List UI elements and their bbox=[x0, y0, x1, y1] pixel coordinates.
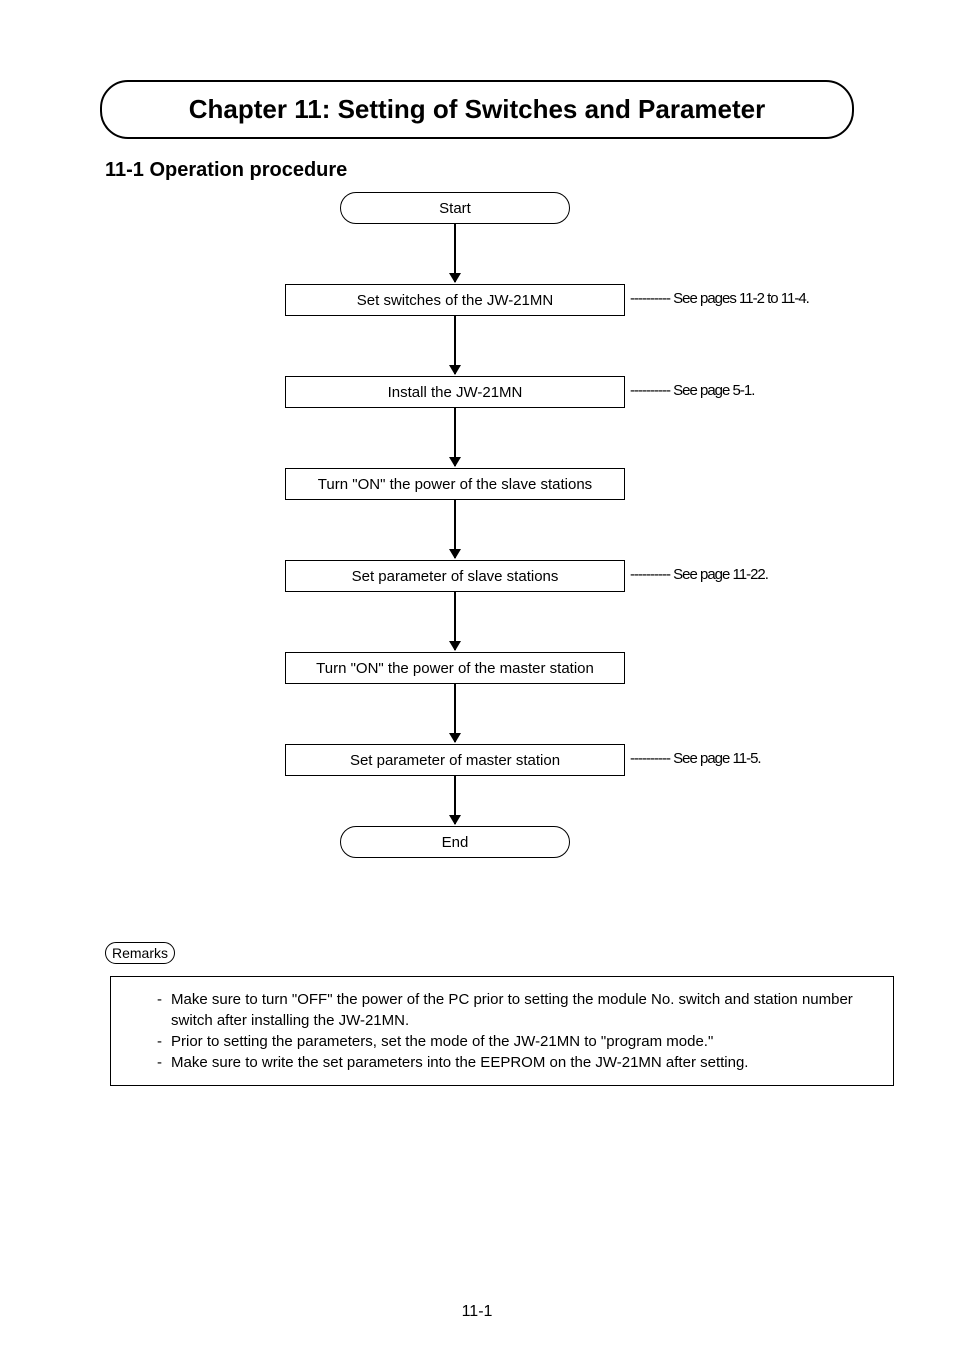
remark-item: Prior to setting the parameters, set the… bbox=[171, 1031, 873, 1052]
flow-annotation-2: ---------- See page 5-1. bbox=[630, 382, 754, 399]
flow-annotation-6: ---------- See page 11-5. bbox=[630, 750, 761, 767]
arrow bbox=[454, 316, 456, 374]
remarks-box: Make sure to turn "OFF" the power of the… bbox=[110, 976, 894, 1086]
flow-step-6: Set parameter of master station bbox=[285, 744, 625, 776]
arrow bbox=[454, 592, 456, 650]
remark-item: Make sure to write the set parameters in… bbox=[171, 1052, 873, 1073]
flow-end: End bbox=[340, 826, 570, 858]
page-number: 11-1 bbox=[0, 1303, 954, 1321]
flow-start: Start bbox=[340, 192, 570, 224]
remark-item: Make sure to turn "OFF" the power of the… bbox=[171, 989, 873, 1031]
arrow bbox=[454, 500, 456, 558]
flow-step-1: Set switches of the JW-21MN bbox=[285, 284, 625, 316]
arrow bbox=[454, 684, 456, 742]
section-title: 11-1 Operation procedure bbox=[105, 159, 894, 182]
flow-step-3: Turn "ON" the power of the slave station… bbox=[285, 468, 625, 500]
flow-step-4: Set parameter of slave stations bbox=[285, 560, 625, 592]
arrow bbox=[454, 776, 456, 824]
arrow bbox=[454, 224, 456, 282]
remarks-label: Remarks bbox=[105, 942, 175, 964]
arrow bbox=[454, 408, 456, 466]
chapter-title: Chapter 11: Setting of Switches and Para… bbox=[132, 94, 822, 125]
flow-step-5: Turn "ON" the power of the master statio… bbox=[285, 652, 625, 684]
chapter-title-box: Chapter 11: Setting of Switches and Para… bbox=[100, 80, 854, 139]
flow-annotation-4: ---------- See page 11-22. bbox=[630, 566, 768, 583]
flow-annotation-1: ---------- See pages 11-2 to 11-4. bbox=[630, 290, 809, 307]
flow-step-2: Install the JW-21MN bbox=[285, 376, 625, 408]
flowchart: Start Set switches of the JW-21MN ------… bbox=[60, 192, 894, 912]
